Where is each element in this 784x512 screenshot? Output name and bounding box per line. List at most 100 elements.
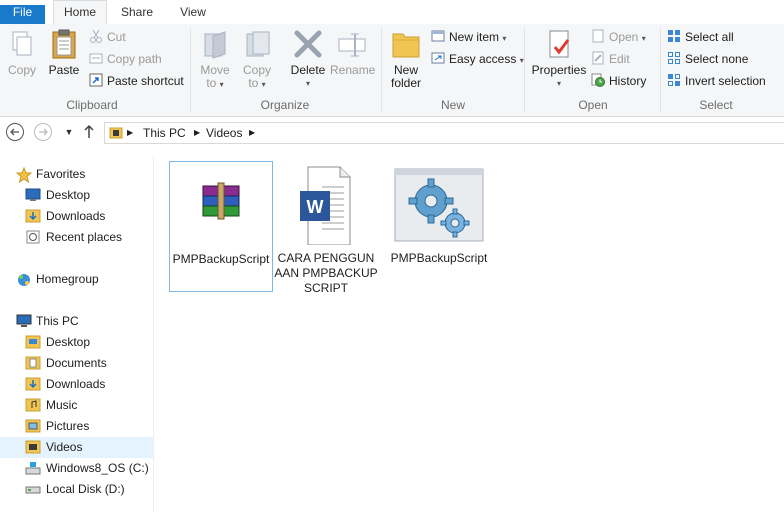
ribbon-separator [190, 28, 191, 112]
address-bar[interactable]: ▶ This PC ▶ Videos ▶ [104, 122, 784, 144]
move-to-button[interactable]: Move to ▾ [196, 26, 234, 91]
gears-application-icon [391, 165, 487, 245]
computer-icon [16, 314, 32, 328]
sidebar-item-downloads-pc[interactable]: Downloads [0, 374, 153, 395]
edit-label: Edit [609, 52, 630, 66]
sidebar-item-windows8-os[interactable]: Windows8_OS (C:) [0, 458, 153, 479]
properties-button[interactable]: Properties ▾ [530, 26, 588, 90]
sidebar-item-pictures[interactable]: Pictures [0, 416, 153, 437]
open-group-label: Open [578, 98, 608, 112]
caret-down-icon: ▾ [556, 79, 561, 88]
sidebar-item-recent-places[interactable]: Recent places [0, 227, 153, 248]
sidebar-item-videos[interactable]: Videos [0, 437, 153, 458]
copy-to-button[interactable]: Copy to ▾ [238, 26, 276, 91]
new-item-button[interactable]: New item ▾ [431, 28, 506, 46]
sidebar-item-label: Local Disk (D:) [46, 482, 125, 496]
winrar-archive-icon [173, 166, 269, 246]
sidebar-item-music[interactable]: Music [0, 395, 153, 416]
copy-to-icon [241, 28, 273, 60]
copy-path-button[interactable]: Copy path [89, 50, 162, 68]
rename-button[interactable]: Rename [330, 26, 376, 77]
downloads-folder-icon [25, 209, 41, 223]
tab-home[interactable]: Home [53, 0, 107, 24]
sidebar-item-documents[interactable]: Documents [0, 353, 153, 374]
cut-button[interactable]: Cut [89, 28, 126, 46]
breadcrumb-videos[interactable]: Videos [206, 126, 242, 140]
breadcrumb-this-pc[interactable]: This PC [143, 126, 186, 140]
paste-label: Paste [48, 63, 80, 77]
delete-label: Delete [290, 63, 326, 77]
copy-label: Copy [7, 63, 36, 77]
invert-selection-icon [667, 73, 681, 87]
edit-button[interactable]: Edit [591, 50, 630, 68]
scissors-icon [89, 29, 103, 43]
sidebar-item-desktop[interactable]: Desktop [0, 185, 153, 206]
copy-button[interactable]: Copy [4, 26, 40, 77]
caret-down-icon: ▾ [502, 34, 507, 43]
caret-down-icon: ▾ [219, 80, 224, 89]
paste-shortcut-icon [89, 73, 103, 87]
sidebar-item-local-disk-d[interactable]: Local Disk (D:) [0, 479, 153, 500]
open-button[interactable]: Open ▾ [591, 28, 646, 46]
recent-locations-button[interactable]: ▼ [58, 122, 80, 144]
ribbon-tab-bar: File Home Share View [0, 0, 784, 29]
history-icon [591, 73, 605, 87]
select-none-button[interactable]: Select none [667, 50, 748, 68]
sidebar-item-this-pc[interactable]: This PC [0, 311, 153, 332]
easy-access-label: Easy access [449, 52, 517, 66]
select-all-button[interactable]: Select all [667, 28, 734, 46]
sidebar-item-desktop-pc[interactable]: Desktop [0, 332, 153, 353]
sidebar-item-label: Downloads [46, 377, 106, 391]
chevron-down-icon: ▼ [64, 127, 74, 137]
desktop-folder-icon [25, 335, 41, 349]
invert-selection-button[interactable]: Invert selection [667, 72, 766, 90]
new-folder-button[interactable]: New folder [386, 26, 426, 90]
tab-share[interactable]: Share [113, 0, 161, 24]
rename-label: Rename [330, 63, 376, 77]
star-icon [15, 166, 33, 184]
sidebar-item-downloads[interactable]: Downloads [0, 206, 153, 227]
caret-down-icon: ▾ [305, 79, 310, 88]
sidebar-item-label: Homegroup [36, 272, 99, 286]
file-name: CARA PENGGUNAAN PMPBACKUPSCRIPT [274, 251, 378, 295]
file-item[interactable]: PMPBackupScript [387, 161, 491, 266]
rename-icon [336, 28, 368, 60]
ribbon: Copy Paste Cut Copy path Paste shortcut … [0, 24, 784, 117]
caret-down-icon: ▾ [261, 80, 266, 89]
easy-access-button[interactable]: Easy access ▾ [431, 50, 524, 68]
select-all-label: Select all [685, 30, 734, 44]
tab-view[interactable]: View [170, 0, 216, 24]
clipboard-group-label: Clipboard [66, 98, 118, 112]
copy-to-label-2: to [248, 76, 259, 90]
delete-x-icon [292, 28, 324, 60]
homegroup-icon [16, 272, 32, 286]
sidebar-item-label: This PC [36, 314, 79, 328]
cut-label: Cut [107, 30, 126, 44]
up-button[interactable] [78, 122, 100, 144]
paste-icon [48, 28, 80, 60]
forward-button[interactable] [32, 122, 54, 144]
sidebar-item-homegroup[interactable]: Homegroup [0, 269, 153, 290]
file-item[interactable]: PMPBackupScript [169, 161, 273, 292]
ribbon-separator [381, 28, 382, 112]
history-button[interactable]: History [591, 72, 646, 90]
delete-button[interactable]: Delete ▾ [286, 26, 330, 90]
sidebar-item-favorites[interactable]: Favorites [0, 164, 153, 185]
file-name: PMPBackupScript [390, 251, 488, 265]
pictures-folder-icon [25, 419, 41, 433]
new-item-icon [431, 29, 445, 43]
breadcrumb-separator-icon: ▶ [249, 128, 256, 137]
paste-button[interactable]: Paste [44, 26, 84, 77]
new-group-label: New [440, 98, 465, 112]
organize-group-label: Organize [260, 98, 310, 112]
breadcrumb-separator-icon: ▶ [194, 128, 201, 137]
system-drive-icon [25, 461, 41, 475]
open-label: Open [609, 30, 639, 44]
back-button[interactable] [4, 122, 26, 144]
paste-shortcut-button[interactable]: Paste shortcut [89, 72, 184, 90]
recent-places-icon [25, 230, 41, 244]
file-item[interactable]: W CARA PENGGUNAAN PMPBACKUPSCRIPT [274, 161, 378, 296]
sidebar-item-label: Favorites [36, 167, 86, 181]
navigation-pane: Favorites Desktop Downloads Recent place… [0, 156, 154, 512]
forward-arrow-icon [34, 123, 52, 141]
